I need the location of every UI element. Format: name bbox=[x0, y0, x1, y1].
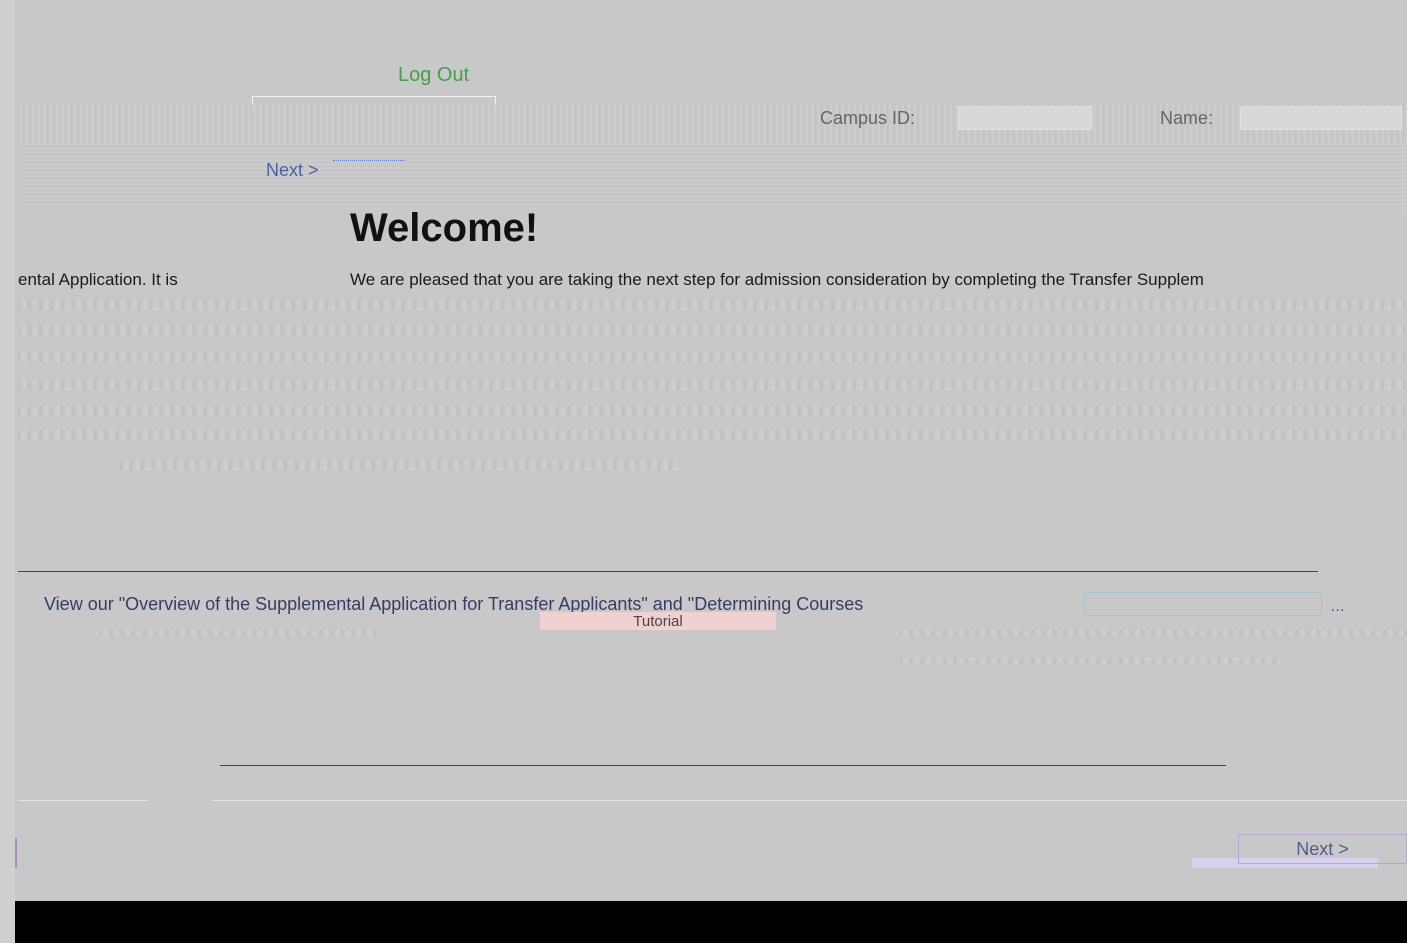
campus-id-value bbox=[958, 106, 1092, 130]
right-link[interactable]: … bbox=[1330, 598, 1345, 615]
nav-focus-box bbox=[333, 160, 405, 183]
determining-courses-box bbox=[1084, 592, 1322, 616]
name-label: Name: bbox=[1160, 108, 1214, 128]
page-header-title bbox=[18, 10, 1398, 38]
nav-strip bbox=[18, 144, 1407, 210]
divider bbox=[18, 800, 148, 801]
divider bbox=[18, 571, 1318, 572]
intro-text: We are pleased that you are taking the n… bbox=[350, 270, 1204, 289]
garbled-text-line bbox=[100, 630, 380, 636]
footer-bar bbox=[15, 901, 1407, 943]
logout-link[interactable]: Log Out bbox=[398, 64, 469, 87]
garbled-text-line bbox=[18, 430, 1407, 440]
garbled-text-line bbox=[900, 630, 1407, 636]
divider bbox=[212, 800, 1407, 801]
intro-text-left: ental Application. It is bbox=[18, 270, 178, 289]
garbled-text-line bbox=[18, 380, 1407, 390]
next-button-top[interactable]: Next > bbox=[266, 160, 319, 181]
garbled-text-line bbox=[18, 406, 1407, 416]
garbled-text-line bbox=[18, 300, 1407, 310]
page: Log Out Campus ID: Name: Next > Welcome!… bbox=[0, 0, 1407, 943]
campus-id-label: Campus ID: bbox=[820, 108, 916, 128]
garbled-text-line bbox=[900, 658, 1280, 664]
name-value bbox=[1240, 106, 1402, 130]
garbled-text-line bbox=[18, 325, 1407, 335]
garbled-text-line bbox=[120, 460, 680, 470]
divider bbox=[220, 765, 1226, 766]
page-title: Welcome! bbox=[350, 206, 539, 250]
next-button-bottom[interactable]: Next > bbox=[1238, 834, 1407, 864]
garbled-text-line bbox=[18, 352, 1407, 362]
tutorial-button[interactable]: Tutorial bbox=[540, 612, 776, 630]
left-marker bbox=[15, 838, 17, 868]
left-strip bbox=[0, 0, 15, 943]
